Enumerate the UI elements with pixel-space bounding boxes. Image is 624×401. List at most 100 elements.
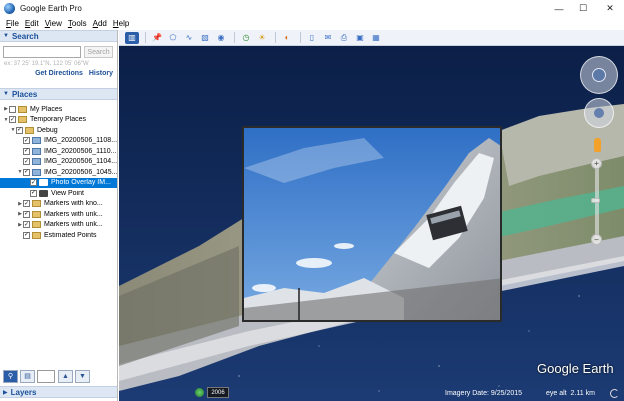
earth-3d-view[interactable]: + − Google Earth 2006 Imagery Date: 9/25…: [119, 46, 624, 401]
visibility-checkbox[interactable]: ✓: [23, 158, 30, 166]
menu-tools[interactable]: Tools: [68, 19, 87, 28]
places-panel-title: Places: [11, 89, 38, 99]
tree-item[interactable]: ▼ ✓ Temporary Places: [0, 115, 117, 126]
street-view-pegman-icon[interactable]: [594, 138, 601, 152]
list-view-icon[interactable]: ▤: [20, 369, 35, 383]
move-down-icon[interactable]: ▼: [75, 369, 90, 383]
visibility-checkbox[interactable]: ✓: [23, 231, 30, 239]
places-toolbar: ⚲ ▤ ▲ ▼: [0, 367, 117, 385]
places-filter-input[interactable]: [37, 369, 55, 383]
sidebar: ▼ Search Search ex: 37 25' 19.1"N, 122 0…: [0, 30, 118, 401]
save-image-icon[interactable]: ▣: [353, 32, 367, 44]
tree-item-label: IMG_20200506_1045...: [43, 168, 117, 176]
eye-alt-label: eye alt: [546, 390, 567, 397]
visibility-checkbox[interactable]: ✓: [30, 189, 37, 197]
menu-view[interactable]: View: [45, 19, 62, 28]
close-button[interactable]: ✕: [598, 0, 622, 17]
img-icon: [32, 147, 41, 155]
tree-item-label: Markers with unk...: [44, 221, 103, 229]
search-input[interactable]: [3, 46, 81, 58]
search-places-icon[interactable]: ⚲: [3, 369, 18, 383]
toolbar-separator: [300, 32, 301, 43]
maximize-button[interactable]: ☐: [571, 0, 595, 17]
tree-item[interactable]: ✓ IMG_20200506_1104...: [0, 157, 117, 168]
email-icon[interactable]: ✉: [321, 32, 335, 44]
status-bar: Imagery Date: 9/25/2015 eye alt 2.11 km: [119, 389, 624, 401]
places-panel-header[interactable]: ▼ Places: [0, 88, 117, 100]
tree-item-label: IMG_20200506_1104...: [44, 158, 117, 166]
polygon-icon[interactable]: ⬠: [166, 32, 180, 44]
layers-panel-header[interactable]: ▶ Layers: [0, 386, 117, 398]
visibility-checkbox[interactable]: ✓: [23, 137, 30, 145]
path-icon[interactable]: ∿: [182, 32, 196, 44]
zoom-slider-handle[interactable]: [591, 198, 600, 203]
tree-item[interactable]: ✓ Estimated Points: [0, 230, 117, 241]
tree-item[interactable]: ✓ Photo Overlay IM...: [0, 177, 117, 188]
places-tree: ▶ My Places ▼ ✓ Temporary Places ▼ ✓ Debug ✓ IMG_…: [0, 104, 117, 241]
visibility-checkbox[interactable]: ✓: [23, 210, 30, 218]
layers-panel-title: Layers: [10, 387, 37, 397]
minimize-button[interactable]: —: [547, 0, 571, 17]
folder-icon: [18, 105, 27, 113]
menu-edit[interactable]: Edit: [25, 19, 39, 28]
history-link[interactable]: History: [89, 70, 113, 77]
ruler-icon[interactable]: ▯: [305, 32, 319, 44]
tree-item-label: Estimated Points: [44, 231, 97, 239]
tree-item[interactable]: ✓ IMG_20200506_1108...: [0, 136, 117, 147]
tree-item[interactable]: ▼ ✓ IMG_20200506_1045...: [0, 167, 117, 178]
visibility-checkbox[interactable]: ✓: [23, 147, 30, 155]
visibility-checkbox[interactable]: ✓: [22, 168, 30, 176]
tree-item[interactable]: ✓ View Point: [0, 188, 117, 199]
menu-help[interactable]: Help: [113, 19, 129, 28]
collapse-triangle-icon: ▼: [3, 91, 9, 97]
visibility-checkbox[interactable]: ✓: [23, 200, 30, 208]
visibility-checkbox[interactable]: ✓: [9, 116, 16, 124]
tree-item[interactable]: ▶ ✓ Markers with unk...: [0, 220, 117, 231]
imagery-date: Imagery Date: 9/25/2015: [445, 390, 523, 397]
visibility-checkbox[interactable]: ✓: [16, 126, 23, 134]
planets-icon[interactable]: ◐: [280, 32, 294, 44]
search-button[interactable]: Search: [84, 46, 113, 58]
tree-item-label: Markers with kno...: [44, 200, 103, 208]
tree-item-label: Debug: [37, 126, 58, 134]
menu-add[interactable]: Add: [93, 19, 107, 28]
tree-item-label: View Point: [51, 189, 84, 197]
tree-item[interactable]: ▶ ✓ Markers with kno...: [0, 199, 117, 210]
folder-icon: [18, 116, 27, 124]
img-icon: [31, 168, 41, 176]
move-up-icon[interactable]: ▲: [58, 369, 73, 383]
tree-item[interactable]: ▼ ✓ Debug: [0, 125, 117, 136]
visibility-checkbox[interactable]: [9, 105, 16, 113]
window-title: Google Earth Pro: [20, 4, 82, 13]
tree-item[interactable]: ✓ IMG_20200506_1110...: [0, 146, 117, 157]
sidebar-toggle-icon[interactable]: ▥: [125, 31, 139, 44]
search-panel-header[interactable]: ▼ Search: [0, 30, 117, 42]
historical-imagery-icon[interactable]: ◷: [239, 32, 253, 44]
print-icon[interactable]: ⎙: [337, 32, 351, 44]
get-directions-link[interactable]: Get Directions: [35, 70, 83, 77]
zoom-out-button[interactable]: −: [591, 234, 602, 245]
menu-bar: File Edit View Tools Add Help: [0, 17, 624, 30]
menu-file[interactable]: File: [6, 19, 19, 28]
visibility-checkbox[interactable]: ✓: [23, 221, 30, 229]
photo-overlay-image: [244, 128, 500, 320]
sun-icon[interactable]: ☀: [255, 32, 269, 44]
record-tour-icon[interactable]: ◉: [214, 32, 228, 44]
hand-icon: [594, 108, 604, 118]
toolbar-separator: [145, 32, 146, 43]
visibility-checkbox[interactable]: ✓: [30, 179, 37, 187]
zoom-in-button[interactable]: +: [591, 158, 602, 169]
title-bar: Google Earth Pro — ☐ ✕: [0, 0, 624, 17]
tree-item[interactable]: ▶ ✓ Markers with unk...: [0, 209, 117, 220]
tree-item[interactable]: ▶ My Places: [0, 104, 117, 115]
tree-item-label: Temporary Places: [30, 116, 87, 124]
move-joystick[interactable]: [584, 98, 614, 128]
toolbar-separator: [234, 32, 235, 43]
view-in-maps-icon[interactable]: ▦: [369, 32, 383, 44]
search-panel-title: Search: [11, 31, 39, 41]
folder-icon: [32, 231, 41, 239]
photo-overlay[interactable]: [242, 126, 502, 322]
look-joystick[interactable]: [580, 56, 618, 94]
placemark-icon[interactable]: 📌: [150, 32, 164, 44]
image-overlay-icon[interactable]: ▧: [198, 32, 212, 44]
